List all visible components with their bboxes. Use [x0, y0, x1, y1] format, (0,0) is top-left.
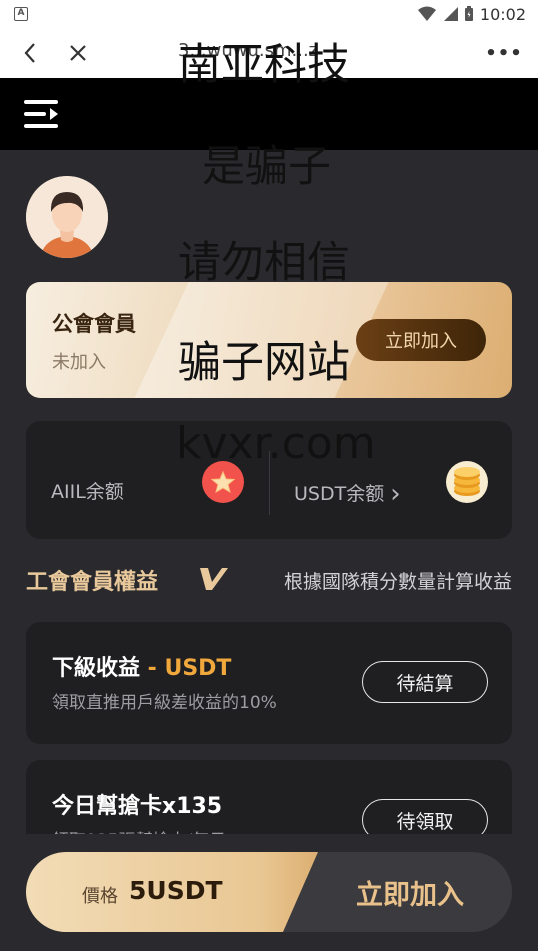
benefit-subtitle: 領取直推用戶級差收益的10%	[52, 693, 277, 713]
usdt-balance-link[interactable]: USDT余额 ›	[294, 477, 401, 509]
close-icon	[70, 45, 86, 61]
close-button[interactable]	[62, 28, 94, 78]
chevron-right-icon: ›	[390, 479, 401, 509]
usdt-balance-label: USDT余额	[294, 483, 385, 505]
avatar[interactable]	[26, 176, 108, 258]
join-now-bottom-button[interactable]: 立即加入	[286, 852, 512, 932]
benefit-title-text: 今日幫搶卡x135	[52, 794, 223, 819]
aiil-balance-label[interactable]: AIIL余额	[51, 477, 124, 504]
overlay-text: kvxr.com	[176, 418, 376, 469]
clock: 10:02	[479, 4, 526, 24]
overlay-text: 请勿相信	[178, 238, 350, 288]
more-button[interactable]: •••	[485, 28, 522, 78]
back-button[interactable]	[14, 28, 46, 78]
benefit-title-text: 下級收益	[52, 656, 141, 681]
join-now-button[interactable]: 立即加入	[356, 319, 486, 361]
coin-stack-icon	[446, 461, 488, 503]
price-value: 5USDT	[129, 876, 223, 905]
benefits-description: 根據國隊積分數量計算收益	[283, 571, 512, 593]
overlay-text: 是骗子	[202, 142, 331, 192]
wifi-icon	[417, 6, 436, 21]
benefit-title: 今日幫搶卡x135	[52, 788, 222, 820]
benefits-title: 工會會員權益	[26, 570, 159, 595]
purchase-bar: 價格 5USDT 立即加入	[26, 852, 512, 932]
benefit-card: 下級收益 - USDT 領取直推用戶級差收益的10% 待結算	[26, 622, 512, 744]
overlay-text: 南亚科技	[178, 40, 350, 90]
vip-v-icon	[200, 568, 228, 590]
user-avatar-icon	[26, 176, 108, 258]
star-icon	[211, 471, 235, 493]
benefit-title-accent: - USDT	[140, 656, 232, 681]
overlay-text: 骗子网站	[178, 338, 350, 388]
signal-icon	[443, 7, 458, 21]
price-label: 價格	[82, 886, 118, 907]
benefit-title: 下級收益 - USDT	[52, 650, 231, 682]
chevron-left-icon	[24, 43, 35, 63]
status-bar: A 10:02	[0, 0, 538, 28]
membership-status: 未加入	[52, 352, 106, 373]
membership-title: 公會會員	[52, 312, 136, 336]
menu-icon[interactable]	[24, 98, 60, 130]
notification-icon: A	[14, 7, 28, 21]
pending-settlement-button[interactable]: 待結算	[362, 661, 488, 703]
battery-icon	[464, 6, 473, 21]
